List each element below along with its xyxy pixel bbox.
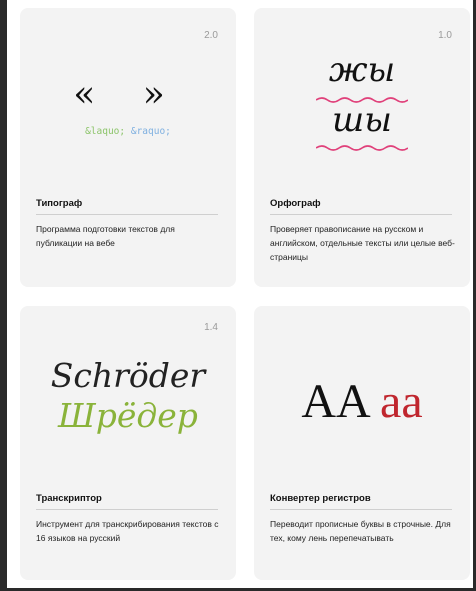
entity-raquo: &raquo;: [130, 126, 171, 137]
card-transcriptor[interactable]: 1.4 Schröder Шрёдер Транскриптор Инструм…: [20, 306, 236, 580]
entities-illustration: &laquo; &raquo;: [20, 126, 236, 137]
entity-laquo: &laquo;: [85, 126, 126, 137]
version-label: 2.0: [204, 30, 218, 41]
lowercase-sample: aa: [380, 375, 423, 428]
card-title: Типограф: [36, 198, 218, 215]
card-title: Транскриптор: [36, 493, 218, 510]
card-case-converter[interactable]: AA aa Конвертер регистров Переводит проп…: [254, 306, 470, 580]
case-illustration: AA aa: [254, 374, 470, 429]
source-word: Schröder: [50, 356, 206, 395]
version-label: 1.4: [204, 322, 218, 333]
card-title: Конвертер регистров: [270, 493, 452, 510]
card-description: Проверяет правописание на русском и англ…: [270, 224, 455, 262]
quotes-illustration: « »: [73, 74, 183, 115]
card-description: Инструмент для транскрибирования текстов…: [36, 519, 219, 543]
uppercase-sample: AA: [301, 375, 369, 428]
misspelled-word-2: шы: [332, 100, 392, 140]
window-frame-left: [0, 0, 7, 591]
transcribed-word: Шрёдер: [58, 396, 198, 435]
card-title: Орфограф: [270, 198, 452, 215]
version-label: 1.0: [438, 30, 452, 41]
misspelled-word-1: жы: [328, 50, 396, 90]
card-description: Переводит прописные буквы в строчные. Дл…: [270, 519, 451, 543]
card-orfograf[interactable]: 1.0 жы шы Орфограф Проверяет правописани…: [254, 8, 470, 287]
spellcheck-underline-2: [316, 145, 408, 151]
card-description: Программа подготовки текстов для публика…: [36, 224, 175, 248]
card-typograf[interactable]: 2.0 « » &laquo; &raquo; Типограф Програм…: [20, 8, 236, 287]
